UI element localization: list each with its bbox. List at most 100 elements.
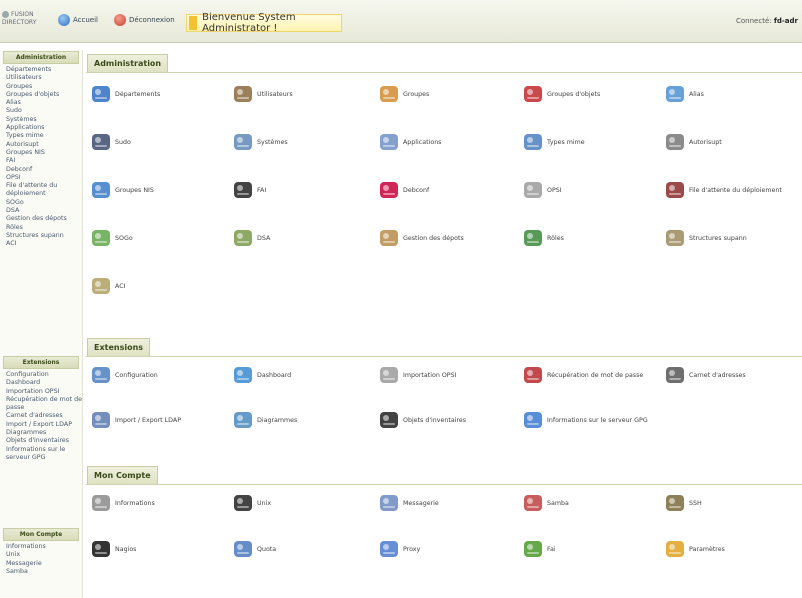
- sidebar-item-informations-sur-le-serveur-gpg[interactable]: Informations sur le serveur GPG: [6, 446, 82, 463]
- sidebar-item-sogo[interactable]: SOGo: [6, 199, 82, 207]
- tile-recuperation-de-mot-de-passe[interactable]: Récupération de mot de passe: [522, 364, 643, 386]
- tile-applications[interactable]: Applications: [378, 131, 441, 153]
- sidebar-item-carnet-d-adresses[interactable]: Carnet d'adresses: [6, 412, 82, 420]
- connected-username[interactable]: fd-adr: [774, 17, 798, 25]
- tile-informations[interactable]: Informations: [90, 492, 155, 514]
- sidebar-item-recuperation-de-mot-de-passe[interactable]: Récupération de mot de passe: [6, 396, 82, 413]
- tile-sudo[interactable]: Sudo: [90, 131, 131, 153]
- tile-file-d-attente-du-deploiement[interactable]: File d'attente du déploiement: [664, 179, 782, 201]
- sidebar-item-diagrammes[interactable]: Diagrammes: [6, 429, 82, 437]
- sidebar-item-gestion-des-depots[interactable]: Gestion des dépots: [6, 215, 82, 223]
- sidebar-item-messagerie[interactable]: Messagerie: [6, 560, 82, 568]
- tile-unix[interactable]: Unix: [232, 492, 271, 514]
- section-divider: [86, 356, 802, 357]
- ldap-import-export-icon: [90, 409, 112, 431]
- sogo-icon: [90, 227, 112, 249]
- systems-icon: [232, 131, 254, 153]
- sidebar-item-dashboard[interactable]: Dashboard: [6, 379, 82, 387]
- tile-label: Nagios: [115, 545, 137, 553]
- sidebar-item-fai[interactable]: FAI: [6, 157, 82, 165]
- tile-autorisupt[interactable]: Autorisupt: [664, 131, 722, 153]
- debian-icon: [378, 179, 400, 201]
- tile-types-mime[interactable]: Types mime: [522, 131, 585, 153]
- fai-icon: [232, 179, 254, 201]
- tile-dashboard[interactable]: Dashboard: [232, 364, 291, 386]
- sidebar-item-import-export-ldap[interactable]: Import / Export LDAP: [6, 421, 82, 429]
- tile-structures-supann[interactable]: Structures supann: [664, 227, 747, 249]
- tile-systemes[interactable]: Systèmes: [232, 131, 288, 153]
- sidebar-item-roles[interactable]: Rôles: [6, 224, 82, 232]
- tile-fai[interactable]: Fai: [522, 538, 556, 560]
- tile-groupes-nis[interactable]: Groupes NIS: [90, 179, 154, 201]
- sidebar-item-importation-opsi[interactable]: Importation OPSI: [6, 388, 82, 396]
- departments-icon: [90, 83, 112, 105]
- tile-label: Importation OPSI: [403, 371, 457, 379]
- tile-informations-sur-le-serveur-gpg[interactable]: Informations sur le serveur GPG: [522, 409, 648, 431]
- supann-structures-icon: [664, 227, 686, 249]
- tile-importation-opsi[interactable]: Importation OPSI: [378, 364, 456, 386]
- sidebar-item-objets-d-inventaires[interactable]: Objets d'inventaires: [6, 437, 82, 445]
- sidebar-item-samba[interactable]: Samba: [6, 568, 82, 576]
- sidebar-item-systemes[interactable]: Systèmes: [6, 116, 82, 124]
- sidebar-item-configuration[interactable]: Configuration: [6, 371, 82, 379]
- sidebar-item-autorisupt[interactable]: Autorisupt: [6, 141, 82, 149]
- sidebar-item-groupes[interactable]: Groupes: [6, 83, 82, 91]
- tile-roles[interactable]: Rôles: [522, 227, 564, 249]
- top-bar: FUSION DIRECTORY Accueil Déconnexion Bie…: [0, 0, 802, 43]
- tile-label: Informations: [115, 499, 155, 507]
- tile-proxy[interactable]: Proxy: [378, 538, 420, 560]
- roles-icon: [522, 227, 544, 249]
- tile-aci[interactable]: ACI: [90, 275, 125, 297]
- tile-import-export-ldap[interactable]: Import / Export LDAP: [90, 409, 181, 431]
- sidebar-list: Configuration Dashboard Importation OPSI Ré…: [0, 369, 82, 464]
- section-title: Extensions: [87, 338, 151, 356]
- tile-debconf[interactable]: Debconf: [378, 179, 429, 201]
- tile-label: Types mime: [547, 138, 585, 146]
- tile-label: OPSI: [547, 186, 562, 194]
- tile-nagios[interactable]: Nagios: [90, 538, 136, 560]
- diagrams-icon: [232, 409, 254, 431]
- tile-dsa[interactable]: DSA: [232, 227, 270, 249]
- tile-opsi[interactable]: OPSI: [522, 179, 562, 201]
- tile-parametres[interactable]: Paramètres: [664, 538, 725, 560]
- sidebar-item-applications[interactable]: Applications: [6, 124, 82, 132]
- sidebar-item-types-mime[interactable]: Types mime: [6, 132, 82, 140]
- tile-fai[interactable]: FAI: [232, 179, 266, 201]
- sidebar-item-groupes-d-objets[interactable]: Groupes d'objets: [6, 91, 82, 99]
- sidebar-item-utilisateurs[interactable]: Utilisateurs: [6, 74, 82, 82]
- tile-utilisateurs[interactable]: Utilisateurs: [232, 83, 293, 105]
- sidebar-item-debconf[interactable]: Debconf: [6, 166, 82, 174]
- tile-samba[interactable]: Samba: [522, 492, 569, 514]
- tile-sogo[interactable]: SOGo: [90, 227, 133, 249]
- tile-diagrammes[interactable]: Diagrammes: [232, 409, 297, 431]
- tile-label: File d'attente du déploiement: [689, 186, 782, 194]
- sidebar-item-structures-supann[interactable]: Structures supann: [6, 232, 82, 240]
- tile-messagerie[interactable]: Messagerie: [378, 492, 439, 514]
- logout-link[interactable]: Déconnexion: [114, 14, 175, 26]
- tile-gestion-des-depots[interactable]: Gestion des dépots: [378, 227, 464, 249]
- tile-objets-d-inventaires[interactable]: Objets d'inventaires: [378, 409, 466, 431]
- tile-groupes-d-objets[interactable]: Groupes d'objets: [522, 83, 600, 105]
- home-link[interactable]: Accueil: [58, 14, 98, 26]
- sidebar-item-departements[interactable]: Départements: [6, 66, 82, 74]
- sidebar-item-aci[interactable]: ACI: [6, 240, 82, 248]
- nagios-icon: [90, 538, 112, 560]
- sidebar-item-file-d-attente-du-deploiement[interactable]: File d'attente du déploiement: [6, 182, 82, 199]
- tile-configuration[interactable]: Configuration: [90, 364, 158, 386]
- sidebar-item-groupes-nis[interactable]: Groupes NIS: [6, 149, 82, 157]
- app-logo[interactable]: FUSION DIRECTORY: [2, 11, 44, 27]
- address-book-icon: [664, 364, 686, 386]
- tile-groupes[interactable]: Groupes: [378, 83, 429, 105]
- unix-tux-icon: [232, 492, 254, 514]
- sidebar-item-opsi[interactable]: OPSI: [6, 174, 82, 182]
- sidebar-heading: Administration: [3, 51, 79, 64]
- tile-ssh[interactable]: SSH: [664, 492, 702, 514]
- sidebar-item-sudo[interactable]: Sudo: [6, 107, 82, 115]
- tile-alias[interactable]: Alias: [664, 83, 704, 105]
- tile-departements[interactable]: Départements: [90, 83, 160, 105]
- tile-quota[interactable]: Quota: [232, 538, 276, 560]
- sidebar-item-informations[interactable]: Informations: [6, 543, 82, 551]
- sidebar-item-unix[interactable]: Unix: [6, 551, 82, 559]
- tile-carnet-d-adresses[interactable]: Carnet d'adresses: [664, 364, 746, 386]
- sidebar-item-alias[interactable]: Alias: [6, 99, 82, 107]
